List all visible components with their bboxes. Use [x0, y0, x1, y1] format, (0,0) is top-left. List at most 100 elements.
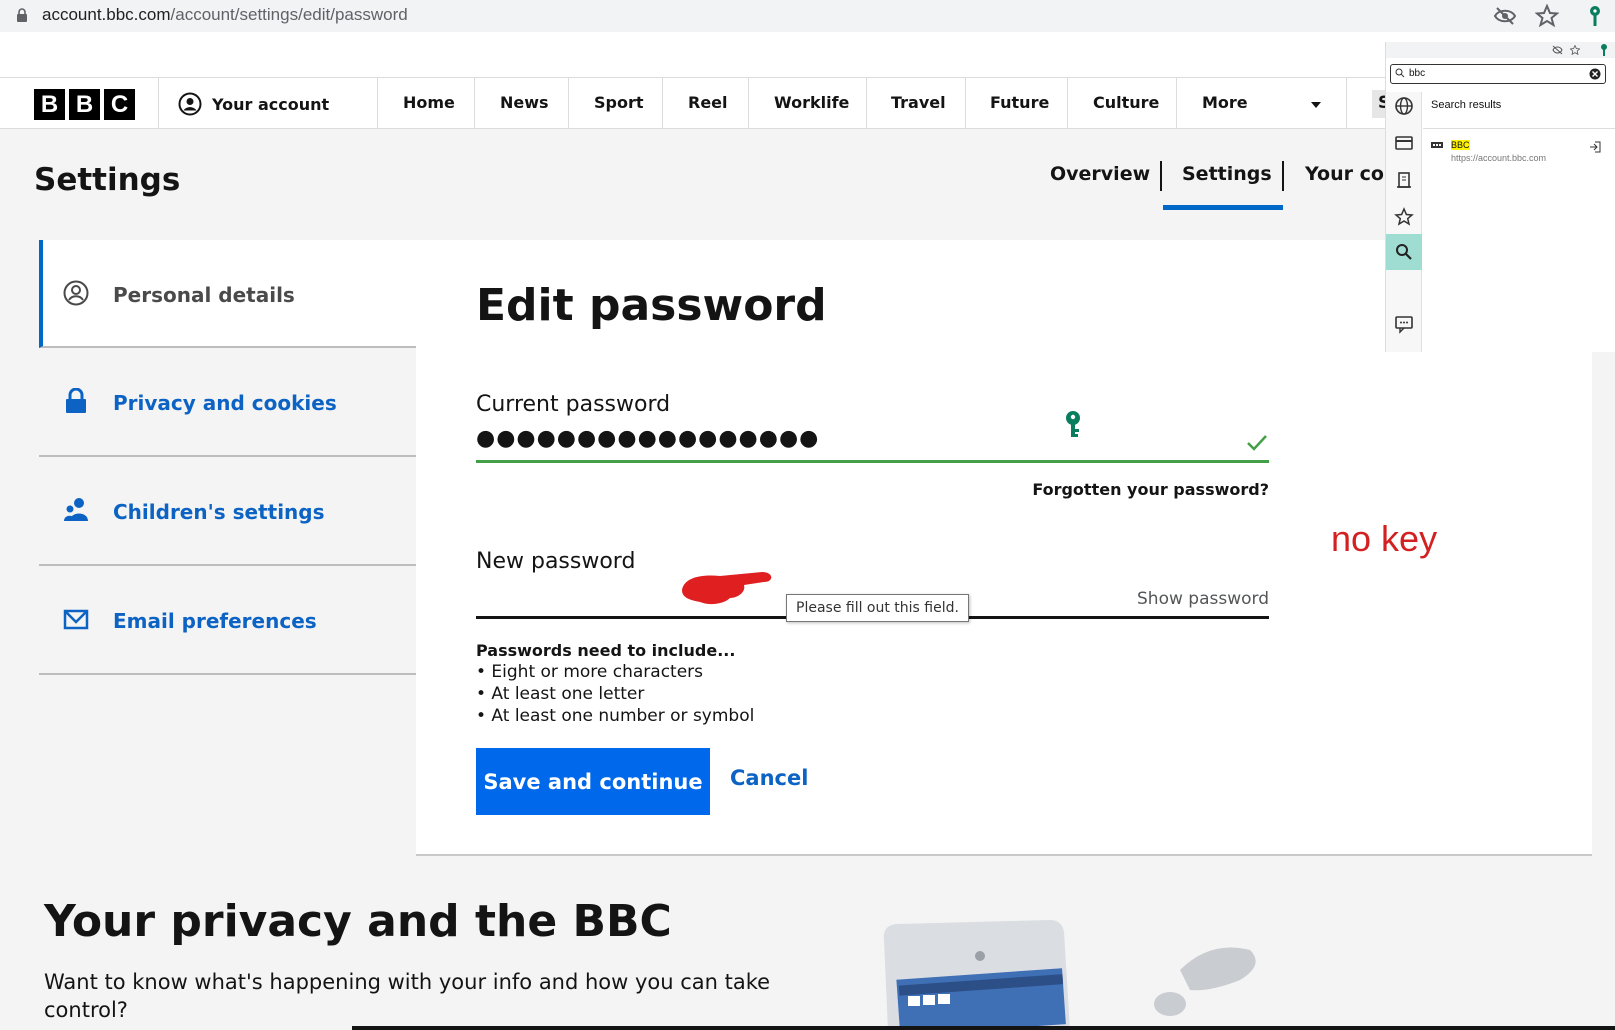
validation-tooltip: Please fill out this field.: [786, 594, 969, 622]
search-results-heading: Search results: [1431, 99, 1502, 111]
nav-divider: [1067, 78, 1068, 128]
nav-divider: [866, 78, 867, 128]
requirement-item: • Eight or more characters: [476, 662, 704, 682]
privacy-section-description: Want to know what's happening with your …: [44, 970, 771, 1022]
settings-sidebar: Personal details Privacy and cookies Chi…: [39, 240, 416, 675]
nav-item-future[interactable]: Future: [990, 93, 1049, 112]
envelope-icon: [63, 609, 89, 630]
credit-card-icon[interactable]: [1394, 133, 1414, 153]
bbc-navigation: B B C Your account Home News Sport Reel …: [0, 77, 1615, 129]
account-icon: [178, 92, 202, 116]
eye-off-icon[interactable]: [1552, 45, 1563, 55]
results-divider: [1423, 128, 1615, 129]
cancel-link[interactable]: Cancel: [730, 766, 808, 790]
logo-letter: C: [104, 89, 135, 120]
eye-off-icon[interactable]: [1493, 4, 1517, 28]
nav-item-travel[interactable]: Travel: [891, 93, 946, 112]
globe-icon[interactable]: [1394, 96, 1414, 116]
nav-item-more[interactable]: More: [1202, 93, 1248, 112]
sidebar-item-email-preferences[interactable]: Email preferences: [39, 566, 416, 675]
tab-settings[interactable]: Settings: [1182, 163, 1272, 185]
nav-item-culture[interactable]: Culture: [1093, 93, 1159, 112]
building-icon[interactable]: [1394, 170, 1414, 190]
star-icon[interactable]: [1535, 4, 1559, 28]
chat-icon[interactable]: [1394, 314, 1414, 334]
logo-letter: B: [34, 89, 65, 120]
chevron-down-icon[interactable]: [1311, 102, 1321, 108]
sidebar-item-label: Children's settings: [113, 500, 325, 524]
clear-search-icon[interactable]: [1589, 68, 1601, 80]
privacy-illustration-icon: [883, 920, 1256, 1030]
password-manager-popup: bbc Search results BBC https://account.b…: [1385, 42, 1615, 352]
nav-divider: [965, 78, 966, 128]
children-icon: [64, 498, 88, 521]
nav-divider: [662, 78, 663, 128]
nav-item-sport[interactable]: Sport: [594, 93, 644, 112]
bottom-divider: [352, 1026, 1615, 1030]
star-icon[interactable]: [1394, 207, 1414, 227]
nav-divider: [158, 78, 159, 128]
sidebar-item-privacy-and-cookies[interactable]: Privacy and cookies: [39, 348, 416, 457]
current-password-label: Current password: [476, 392, 671, 417]
nav-divider: [1176, 78, 1177, 128]
logo-letter: B: [69, 89, 100, 120]
key-icon[interactable]: [1064, 410, 1082, 442]
form-title: Edit password: [476, 280, 827, 331]
check-icon: [1247, 435, 1267, 451]
privacy-section-title: Your privacy and the BBC: [44, 896, 672, 947]
extension-search-input[interactable]: bbc: [1390, 64, 1606, 84]
nav-divider: [377, 78, 378, 128]
browser-toolbar-area: [0, 32, 1615, 78]
nav-divider: [568, 78, 569, 128]
sidebar-item-label: Personal details: [113, 283, 295, 307]
show-password-button[interactable]: Show password: [1137, 589, 1269, 609]
current-password-underline: [476, 460, 1269, 463]
new-password-label: New password: [476, 549, 636, 574]
forgotten-password-link[interactable]: Forgotten your password?: [1032, 480, 1269, 499]
requirement-item: • At least one number or symbol: [476, 706, 755, 726]
search-icon[interactable]: [1394, 242, 1414, 262]
nav-divider: [474, 78, 475, 128]
pointing-hand-icon: [682, 572, 772, 605]
sidebar-item-label: Privacy and cookies: [113, 391, 337, 415]
bbc-logo[interactable]: B B C: [34, 89, 135, 120]
nav-item-home[interactable]: Home: [403, 93, 455, 112]
annotation-text: no key: [1331, 518, 1438, 559]
tab-separator: [1160, 161, 1162, 191]
password-entry-icon: [1431, 142, 1443, 148]
search-icon: [1395, 68, 1405, 78]
page-title: Settings: [34, 162, 181, 198]
nav-divider: [748, 78, 749, 128]
url-text[interactable]: account.bbc.com/account/settings/edit/pa…: [42, 5, 408, 25]
requirement-item: • At least one letter: [476, 684, 645, 704]
sidebar-item-childrens-settings[interactable]: Children's settings: [39, 457, 416, 566]
nav-item-news[interactable]: News: [500, 93, 549, 112]
nav-item-reel[interactable]: Reel: [688, 93, 728, 112]
save-and-continue-button[interactable]: Save and continue: [476, 748, 710, 815]
tab-separator: [1282, 161, 1284, 191]
user-circle-icon: [63, 280, 89, 306]
url-path: /account/settings/edit/password: [170, 5, 408, 24]
nav-item-worklife[interactable]: Worklife: [774, 93, 849, 112]
your-account-label: Your account: [212, 94, 330, 114]
your-account-link[interactable]: Your account: [178, 92, 329, 116]
current-password-input[interactable]: ●●●●●●●●●●●●●●●●●: [476, 426, 819, 451]
active-tab-indicator: [1163, 205, 1283, 210]
browser-address-bar: account.bbc.com/account/settings/edit/pa…: [0, 0, 1615, 32]
sidebar-item-label: Email preferences: [113, 609, 317, 633]
search-result-url: https://account.bbc.com: [1451, 153, 1547, 163]
key-extension-icon[interactable]: [1598, 43, 1610, 57]
popup-toolbar: [1386, 42, 1615, 58]
lock-icon: [66, 388, 86, 413]
nav-divider: [1346, 78, 1347, 128]
key-extension-icon[interactable]: [1583, 4, 1607, 28]
url-host: account.bbc.com: [42, 5, 171, 24]
sidebar-item-personal-details[interactable]: Personal details: [39, 240, 416, 348]
star-icon[interactable]: [1570, 45, 1580, 55]
search-result-name[interactable]: BBC: [1451, 140, 1470, 150]
login-icon[interactable]: [1589, 141, 1601, 153]
requirements-title: Passwords need to include...: [476, 641, 736, 660]
lock-icon: [17, 8, 27, 22]
tab-overview[interactable]: Overview: [1050, 163, 1150, 185]
tab-your-content[interactable]: Your con: [1305, 163, 1397, 185]
